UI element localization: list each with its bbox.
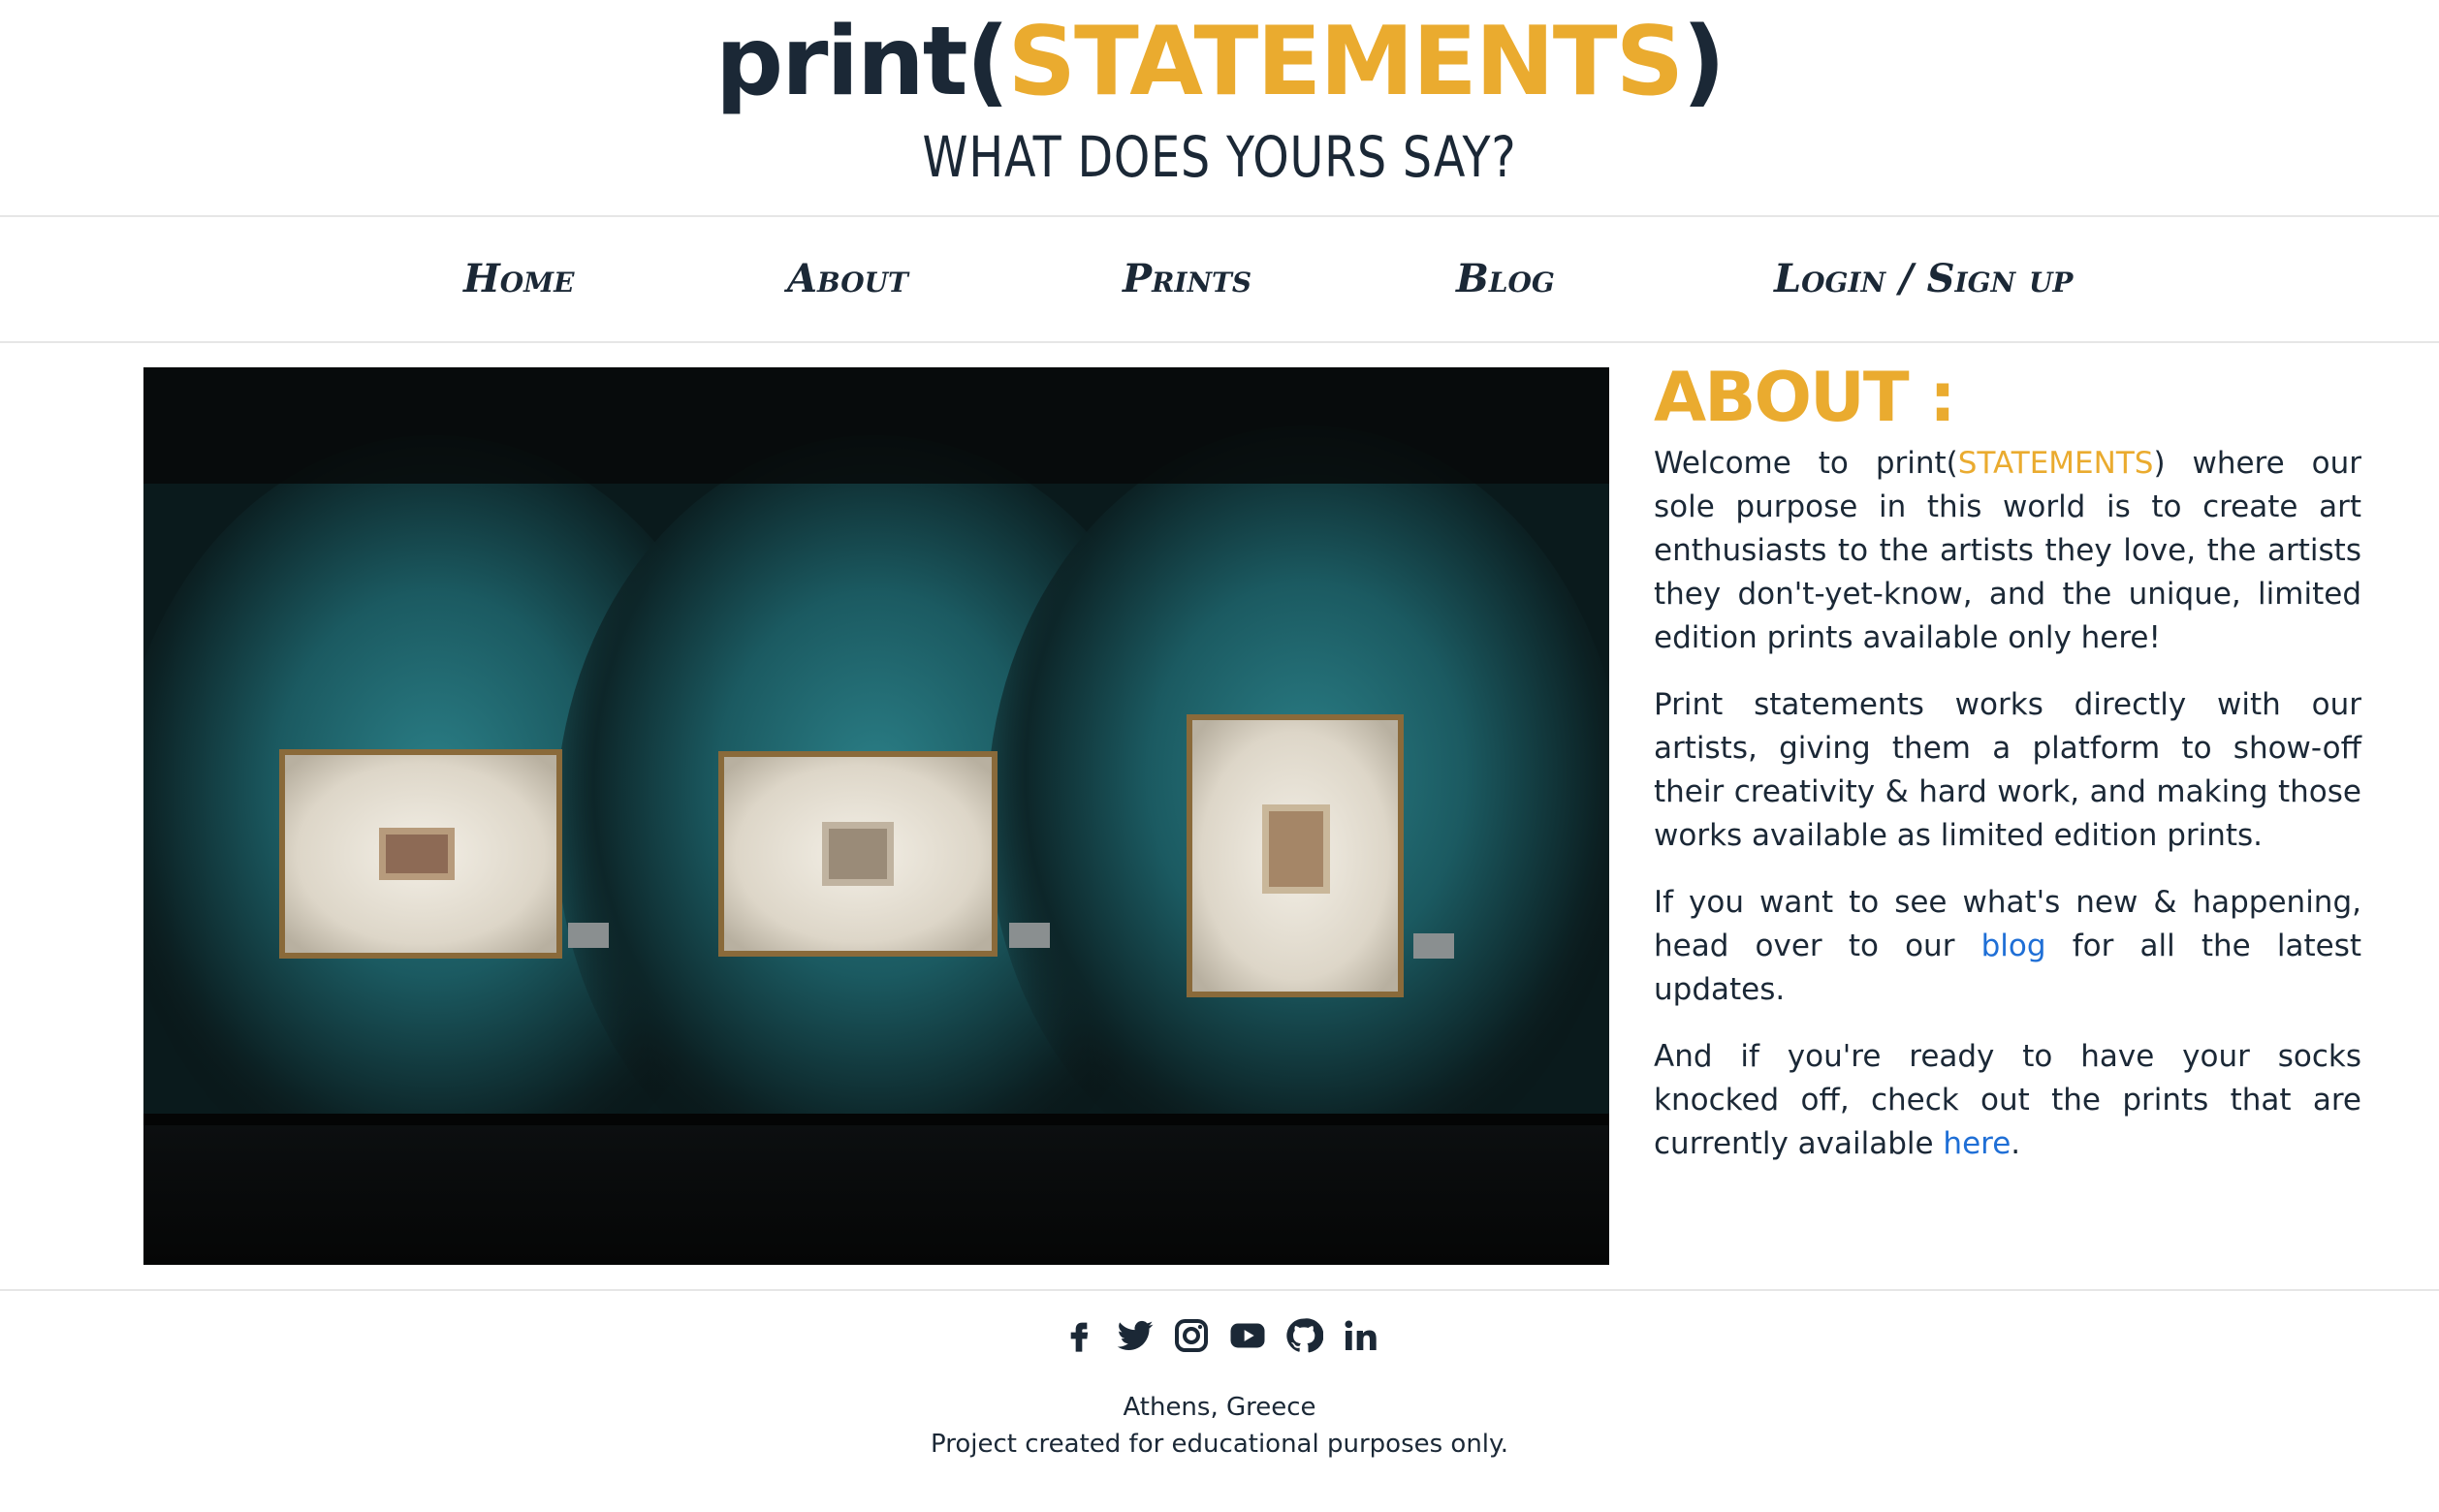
about-text: Welcome to print(STATEMENTS) where our s… bbox=[1654, 442, 2361, 1189]
nav-prints[interactable]: Prints bbox=[1123, 217, 1251, 341]
logo-suffix: ) bbox=[1682, 7, 1726, 117]
artwork-frame-1 bbox=[279, 749, 609, 959]
site-logo[interactable]: print(STATEMENTS) bbox=[0, 0, 2439, 124]
prints-here-link[interactable]: here bbox=[1943, 1126, 2011, 1161]
about-paragraph-4: And if you're ready to have your socks k… bbox=[1654, 1035, 2361, 1166]
about-p1-text-a: Welcome to print( bbox=[1654, 446, 1958, 481]
youtube-icon[interactable] bbox=[1228, 1314, 1267, 1357]
logo-accent: STATEMENTS bbox=[1007, 7, 1684, 117]
logo-prefix: print( bbox=[714, 7, 1009, 117]
nav-home[interactable]: Home bbox=[463, 217, 575, 341]
facebook-icon[interactable] bbox=[1060, 1314, 1098, 1357]
gallery-hero-image bbox=[143, 367, 1609, 1265]
site-header: print(STATEMENTS) WHAT DOES YOURS SAY? bbox=[0, 0, 2439, 215]
main-nav: Home About Prints Blog Login / Sign up bbox=[0, 215, 2439, 343]
linkedin-icon[interactable] bbox=[1341, 1314, 1379, 1357]
nav-about[interactable]: About bbox=[787, 217, 908, 341]
nav-blog[interactable]: Blog bbox=[1456, 217, 1555, 341]
about-paragraph-2: Print statements works directly with our… bbox=[1654, 687, 2361, 853]
gallery-illustration bbox=[143, 367, 1609, 1265]
footer-location: Athens, Greece bbox=[1123, 1393, 1316, 1422]
about-p4-text-b: . bbox=[2011, 1126, 2021, 1161]
nav-login-signup[interactable]: Login / Sign up bbox=[1774, 217, 2073, 341]
about-paragraph-3: If you want to see what's new & happenin… bbox=[1654, 881, 2361, 1012]
twitter-icon[interactable] bbox=[1116, 1314, 1155, 1357]
social-links bbox=[0, 1314, 2439, 1372]
about-p1-brand: STATEMENTS bbox=[1957, 446, 2154, 481]
site-footer: Athens, Greece Project created for educa… bbox=[0, 1289, 2439, 1512]
blog-link[interactable]: blog bbox=[1981, 929, 2046, 963]
about-title: ABOUT : bbox=[1654, 358, 1956, 437]
footer-note: Project created for educational purposes… bbox=[931, 1430, 1508, 1459]
instagram-icon[interactable] bbox=[1172, 1314, 1211, 1357]
about-paragraph-1: Welcome to print(STATEMENTS) where our s… bbox=[1654, 442, 2361, 660]
github-icon[interactable] bbox=[1284, 1314, 1323, 1357]
site-tagline: WHAT DOES YOURS SAY? bbox=[922, 124, 1517, 190]
